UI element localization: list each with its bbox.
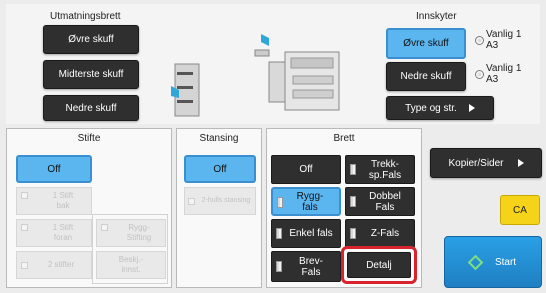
fold-saddle-button[interactable]: Rygg- fals (271, 187, 341, 216)
fold-letter-button[interactable]: Brev- Fals (271, 251, 341, 282)
fold-double-line1: Dobbel (369, 190, 401, 202)
paper-type-radio-icon (475, 36, 484, 45)
fold-saddle-line2: fals (302, 201, 318, 213)
staple-two-button[interactable]: 2 stifter (16, 251, 92, 279)
arrow-right-icon (517, 159, 524, 167)
printer-body (254, 49, 340, 111)
fold-z-label: Z-Fals (370, 228, 400, 239)
staple-two-label: 2 stifter (47, 260, 75, 269)
staple-two-checkbox (21, 262, 28, 269)
fold-z-button[interactable]: Z-Fals (345, 219, 415, 248)
inserter-title: Innskyter (416, 11, 457, 22)
fold-letter-line1: Brev- (299, 255, 323, 267)
start-icon (467, 254, 484, 270)
arrow-right-icon (468, 104, 475, 112)
fold-title: Brett (333, 133, 355, 144)
staple-trim-button[interactable]: Beskj.-innst. (96, 251, 166, 279)
fold-single-label: Enkel fals (289, 228, 333, 239)
inserter-lower-paper-type: Vanlig 1 (486, 63, 522, 74)
staple-title: Stifte (77, 133, 101, 144)
fold-saddle-label: Rygg- fals (289, 191, 324, 213)
staple-one-back-checkbox (21, 192, 28, 199)
fold-letter-label: Brev- Fals (289, 256, 323, 278)
fold-double-line2: Fals (375, 201, 395, 213)
staple-one-front-checkbox (21, 224, 28, 231)
output-tray-title: Utmatningsbrett (50, 11, 121, 22)
double-fold-icon (350, 196, 356, 207)
fold-double-label: Dobbel Fals (359, 191, 401, 213)
saddle-fold-icon (277, 197, 283, 208)
staple-saddle-label: Rygg-Stifting (126, 223, 152, 242)
punch-two-hole-checkbox (188, 198, 195, 205)
single-fold-icon (276, 228, 282, 239)
fold-letter-line2: Fals (301, 266, 321, 278)
punch-two-hole-button[interactable]: 2-hulls stansing (184, 187, 256, 215)
fold-single-button[interactable]: Enkel fals (271, 219, 341, 248)
fold-saddle-line1: Rygg- (296, 190, 324, 202)
staple-off-button[interactable]: Off (16, 155, 92, 183)
start-button[interactable]: Start (444, 236, 542, 288)
output-upper-tray-button[interactable]: Øvre skuff (43, 25, 139, 54)
z-fold-icon (350, 228, 356, 239)
punch-off-button[interactable]: Off (184, 155, 256, 183)
staple-one-front-button[interactable]: 1 Stift foran (16, 219, 92, 247)
copies-pages-label: Kopier/Sider (448, 157, 504, 169)
staple-one-back-label: 1 Stift bak (52, 191, 74, 210)
staple-saddle-checkbox (101, 224, 108, 231)
type-and-size-label: Type og str. (405, 102, 457, 114)
paper-type-radio-icon (475, 70, 484, 79)
type-and-size-button[interactable]: Type og str. (386, 96, 494, 120)
inserter-lower-paper-size: A3 (486, 74, 499, 85)
fold-double-button[interactable]: Dobbel Fals (345, 187, 415, 216)
punch-title: Stansing (199, 133, 239, 144)
output-lower-tray-button[interactable]: Nedre skuff (43, 95, 139, 121)
fold-detail-button[interactable]: Detalj (347, 252, 411, 278)
staple-one-back-button[interactable]: 1 Stift bak (16, 187, 92, 215)
tri-fold-icon (350, 164, 356, 175)
fold-tri-fold-line2: sp.Fals (368, 169, 402, 181)
staple-one-front-label: 1 Stift foran (52, 223, 74, 242)
staple-trim-label: Beskj.-innst. (118, 255, 144, 274)
copies-pages-button[interactable]: Kopier/Sider (430, 148, 542, 178)
clear-all-button[interactable]: CA (500, 195, 540, 225)
output-middle-tray-button[interactable]: Midterste skuff (43, 60, 139, 89)
fold-tri-fold-button[interactable]: Trekk- sp.Fals (345, 155, 415, 184)
finisher-machine-illustration (171, 34, 340, 117)
inserter-upper-paper-type: Vanlig 1 (486, 29, 522, 40)
inserter-upper-tray-button[interactable]: Øvre skuff (386, 28, 466, 59)
inserter-tray-indicator-arrow (261, 34, 269, 46)
inserter-upper-paper-size: A3 (486, 40, 499, 51)
punch-two-hole-label: 2-hulls stansing (201, 197, 251, 204)
staple-saddle-button[interactable]: Rygg-Stifting (96, 219, 166, 247)
letter-fold-icon (276, 261, 282, 272)
inserter-lower-tray-button[interactable]: Nedre skuff (386, 62, 466, 91)
fold-tri-fold-line1: Trekk- (371, 158, 399, 170)
fold-off-button[interactable]: Off (271, 155, 341, 184)
fold-tri-fold-label: Trekk- sp.Fals (359, 159, 401, 181)
start-label: Start (494, 256, 517, 268)
